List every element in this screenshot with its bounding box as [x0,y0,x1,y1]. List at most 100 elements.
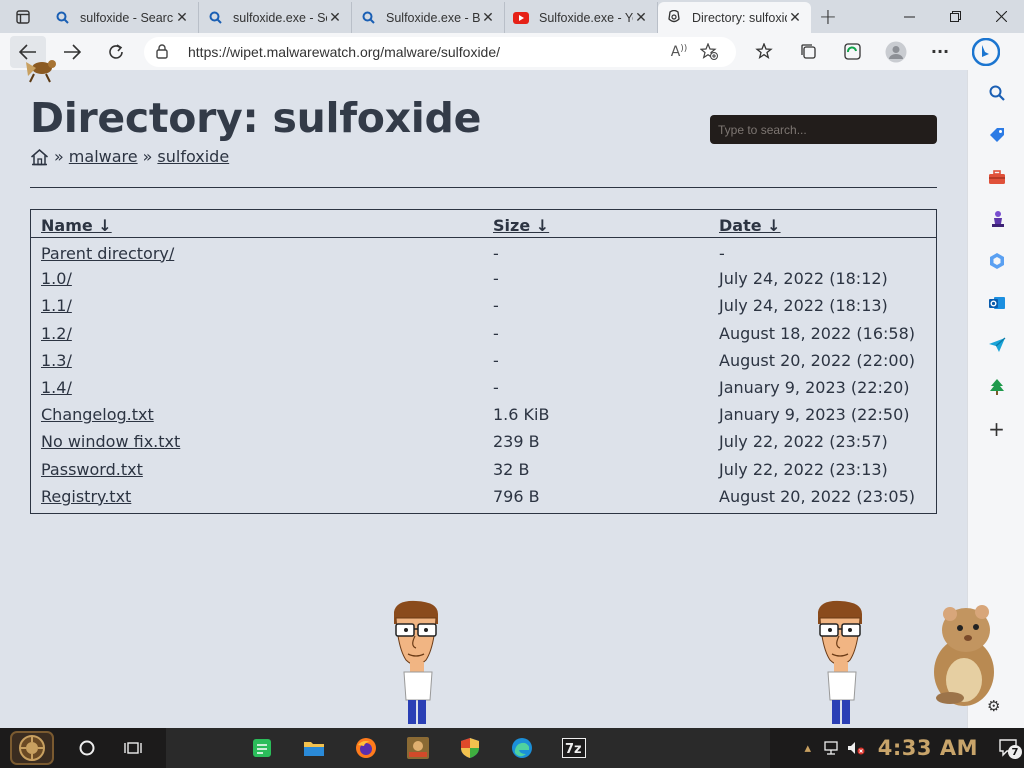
taskbar-app-file-explorer[interactable] [288,728,340,768]
profile-button[interactable] [874,36,918,68]
file-link[interactable]: No window fix.txt [41,432,180,451]
cell-name: Password.txt [31,456,483,483]
browser-essentials-button[interactable] [830,36,874,68]
address-bar[interactable]: https://wipet.malwarewatch.org/malware/s… [144,36,736,67]
url-text[interactable]: https://wipet.malwarewatch.org/malware/s… [188,44,664,60]
column-header-size: Size ↓ [483,210,709,238]
tab-title: sulfoxide - Search [80,10,174,25]
more-icon: ··· [930,42,950,61]
file-link[interactable]: 1.4/ [41,378,72,397]
minimize-button[interactable] [886,0,932,33]
game-app-icon [407,737,429,759]
file-link[interactable]: Changelog.txt [41,405,154,424]
taskbar-app-security[interactable] [444,728,496,768]
close-icon[interactable]: ✕ [787,10,803,26]
tab-sulfoxide-exe-search[interactable]: sulfoxide.exe - Search ✕ [199,2,352,33]
cell-date: August 20, 2022 (23:05) [719,486,916,506]
tag-icon [989,128,1004,142]
add-favorite-icon[interactable] [694,43,724,60]
file-link[interactable]: 1.3/ [41,351,72,370]
read-aloud-icon[interactable]: A)) [664,44,694,60]
new-tab-button[interactable]: + [811,2,845,33]
network-icon[interactable] [820,741,844,755]
breadcrumb-link-sulfoxide[interactable]: sulfoxide [157,147,229,166]
taskbar-app-firefox[interactable] [340,728,392,768]
edge-icon [512,738,532,758]
table-row: Password.txt 32 B July 22, 2022 (23:13) [31,456,936,483]
refresh-icon [109,43,123,59]
sidebar-microsoft365-button[interactable] [968,240,1024,282]
sidebar-drop-button[interactable] [968,324,1024,366]
collections-icon [800,44,816,59]
cursor-mascot-icon [26,60,56,83]
sidebar-add-button[interactable]: + [968,408,1024,450]
file-link[interactable]: 1.2/ [41,324,72,343]
refresh-button[interactable] [98,36,134,68]
file-link[interactable]: Parent directory/ [41,244,174,263]
file-link[interactable]: Registry.txt [41,487,131,506]
cell-size: - [493,296,499,316]
sidebar-tree-button[interactable] [968,366,1024,408]
volume-muted-icon[interactable] [844,741,868,755]
file-listing-table: Name ↓ Size ↓ Date ↓ Parent directory/ -… [30,209,937,514]
cortana-button[interactable] [64,728,110,768]
close-icon[interactable]: ✕ [480,10,496,26]
toolbox-icon [988,170,1005,184]
notification-center-button[interactable]: 7 [994,739,1024,759]
bing-copilot-button[interactable] [964,36,1008,68]
cell-name: No window fix.txt [31,428,483,455]
cartoon-character-figure [818,600,862,724]
lock-icon[interactable] [156,44,174,59]
taskbar-app-notes[interactable] [236,728,288,768]
tab-actions-button[interactable] [0,0,46,33]
search-input[interactable] [710,115,937,144]
sidebar-games-button[interactable] [968,198,1024,240]
settings-more-button[interactable]: ··· [918,36,962,68]
sort-by-name-link[interactable]: Name ↓ [41,216,112,235]
breadcrumb-link-malware[interactable]: malware [69,147,138,166]
file-link[interactable]: 1.0/ [41,269,72,288]
close-icon[interactable]: ✕ [327,10,343,26]
sidebar-outlook-button[interactable] [968,282,1024,324]
table-row: 1.4/ - January 9, 2023 (22:20) [31,374,936,401]
tab-sulfoxide-youtube[interactable]: Sulfoxide.exe - YouTube ✕ [505,2,658,33]
tab-sulfoxide-bing[interactable]: Sulfoxide.exe - Bing ✕ [352,2,505,33]
sidebar-search-button[interactable] [968,72,1024,114]
taskbar-app-game[interactable] [392,728,444,768]
taskbar-app-7zip[interactable]: 7z [548,728,600,768]
taskbar-clock[interactable]: 4:33 AM [878,736,978,760]
tree-icon [989,379,1004,395]
system-tray: ▴ 4:33 AM 7 [796,728,1024,768]
search-icon [54,10,70,26]
gear-icon[interactable]: ⚙ [987,697,1000,715]
collections-button[interactable] [786,36,830,68]
cell-size: 796 B [493,486,540,506]
task-view-button[interactable] [110,728,156,768]
cell-name: 1.4/ [31,374,483,401]
file-link[interactable]: 1.1/ [41,296,72,315]
tray-overflow-icon[interactable]: ▴ [796,741,820,756]
file-link[interactable]: Password.txt [41,460,143,479]
cell-date: - [719,243,725,263]
sidebar-tools-button[interactable] [968,156,1024,198]
tab-sulfoxide-search[interactable]: sulfoxide - Search ✕ [46,2,199,33]
search-icon [207,10,223,26]
close-window-button[interactable] [978,0,1024,33]
svg-text:7z: 7z [565,742,582,757]
favorites-button[interactable] [742,36,786,68]
tab-title: Directory: sulfoxide [692,10,787,25]
sort-by-size-link[interactable]: Size ↓ [493,216,549,235]
cell-date: July 22, 2022 (23:13) [719,459,888,479]
taskbar-app-edge[interactable] [496,728,548,768]
sidebar-shopping-button[interactable] [968,114,1024,156]
start-button[interactable] [0,728,64,768]
close-icon [995,11,1007,22]
sort-by-date-link[interactable]: Date ↓ [719,216,781,235]
close-icon[interactable]: ✕ [174,10,190,26]
page-content: Directory: sulfoxide » malware » sulfoxi… [0,70,967,728]
tab-directory-sulfoxide[interactable]: Directory: sulfoxide ✕ [658,2,811,33]
home-link[interactable] [30,148,49,166]
youtube-icon [513,10,529,26]
restore-button[interactable] [932,0,978,33]
close-icon[interactable]: ✕ [633,10,649,26]
